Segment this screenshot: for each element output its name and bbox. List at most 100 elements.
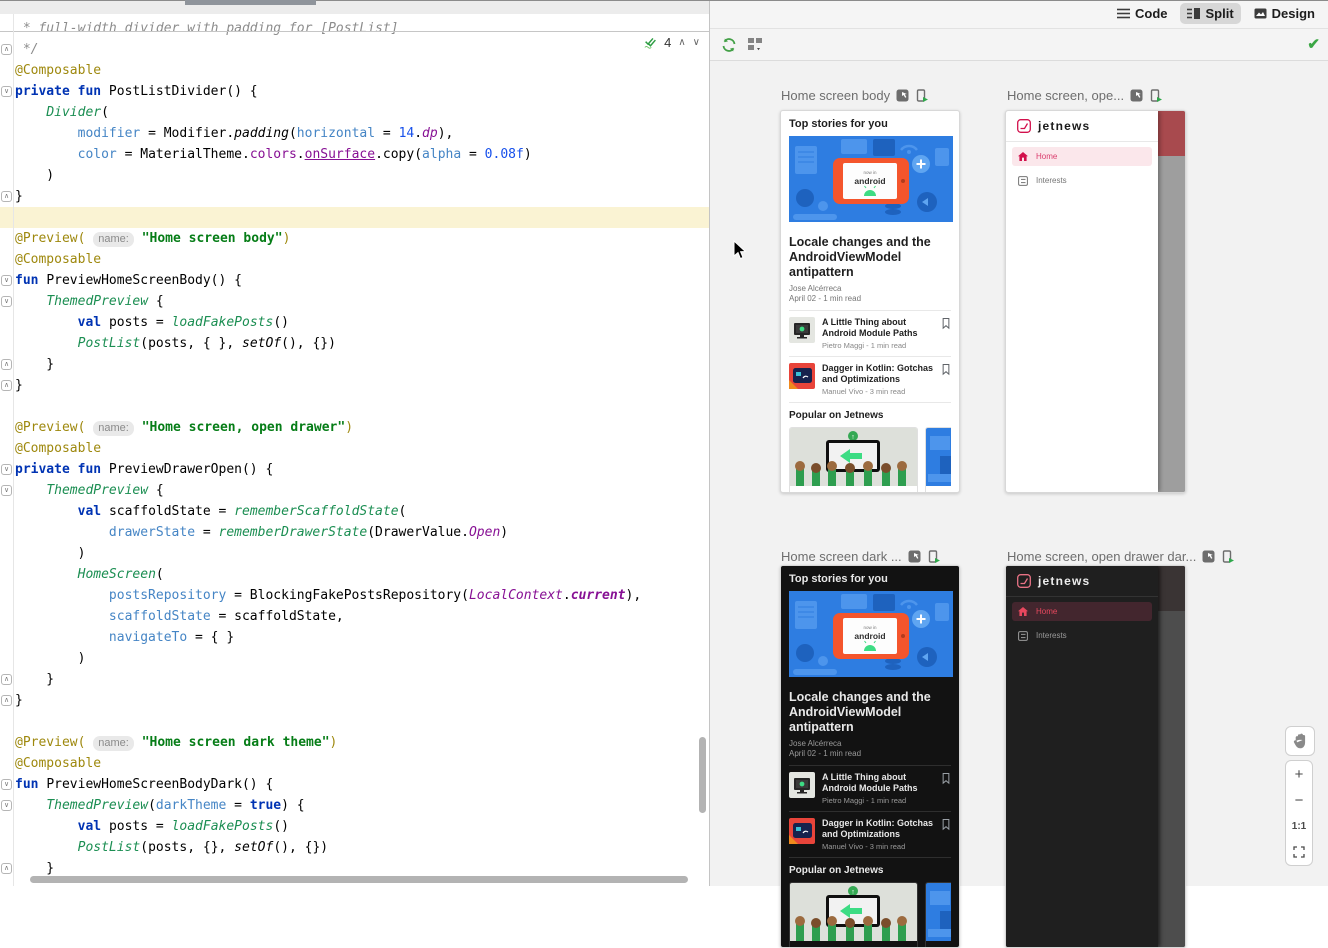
zoom-to-fit-button[interactable] xyxy=(1286,839,1312,865)
preview-card-home-screen-body[interactable]: Top stories for you now in android Local… xyxy=(780,110,960,493)
fold-marker[interactable]: ∧ xyxy=(1,359,12,370)
post-list-item[interactable]: A Little Thing about Android Module Path… xyxy=(789,772,951,805)
fold-marker[interactable]: ∨ xyxy=(1,485,12,496)
editor-horizontal-scrollbar[interactable] xyxy=(30,876,688,883)
fold-marker[interactable]: ∧ xyxy=(1,380,12,391)
code-line[interactable]: ∧} xyxy=(0,690,710,711)
zoom-actual-size-button[interactable]: 1:1 xyxy=(1286,813,1312,839)
code-line[interactable]: HomeScreen( xyxy=(0,564,710,585)
code-line[interactable]: @Composable xyxy=(0,60,710,81)
code-line[interactable]: ∧ */ xyxy=(0,39,710,60)
interactive-preview-icon[interactable] xyxy=(908,550,921,563)
view-mode-split[interactable]: Split xyxy=(1180,3,1240,24)
next-issue-button[interactable]: ∨ xyxy=(693,37,700,48)
code-line[interactable] xyxy=(0,207,710,228)
drawer-item-interests[interactable]: Interests xyxy=(1012,171,1152,190)
hero-post-title[interactable]: Locale changes and theAndroidViewModel a… xyxy=(789,690,951,735)
code-line[interactable]: ∨ ThemedPreview { xyxy=(0,291,710,312)
code-line[interactable]: ) xyxy=(0,648,710,669)
code-line[interactable]: ∨private fun PostListDivider() { xyxy=(0,81,710,102)
popular-post-card-partial[interactable]: LocaAndr Jose Al April 0 xyxy=(925,882,951,948)
bookmark-icon[interactable] xyxy=(941,818,951,831)
code-line[interactable]: navigateTo = { } xyxy=(0,627,710,648)
pane-splitter[interactable] xyxy=(709,0,710,886)
fold-marker[interactable]: ∨ xyxy=(1,464,12,475)
code-line[interactable]: val scaffoldState = rememberScaffoldStat… xyxy=(0,501,710,522)
popular-post-card-partial[interactable]: LocaAndr Jose Al April 0 xyxy=(925,427,951,493)
view-mode-code[interactable]: Code xyxy=(1110,3,1175,24)
hero-post-title[interactable]: Locale changes and theAndroidViewModel a… xyxy=(789,235,951,280)
bookmark-icon[interactable] xyxy=(941,317,951,330)
editor-vertical-scrollbar[interactable] xyxy=(699,737,706,813)
bookmark-icon[interactable] xyxy=(941,363,951,376)
fold-marker[interactable]: ∨ xyxy=(1,86,12,97)
code-editor[interactable]: * full-width divider with padding for [P… xyxy=(0,0,710,886)
drawer-item-home[interactable]: Home xyxy=(1012,147,1152,166)
code-line[interactable]: ∨fun PreviewHomeScreenBodyDark() { xyxy=(0,774,710,795)
fold-marker[interactable]: ∧ xyxy=(1,695,12,706)
code-line[interactable]: * full-width divider with padding for [P… xyxy=(0,18,710,39)
interactive-preview-icon[interactable] xyxy=(896,89,909,102)
preview-card-home-screen-dark[interactable]: Top stories for you now in android Local… xyxy=(780,565,960,948)
drawer-item-home[interactable]: Home xyxy=(1012,602,1152,621)
code-line[interactable]: val posts = loadFakePosts() xyxy=(0,816,710,837)
post-list-item[interactable]: A Little Thing about Android Module Path… xyxy=(789,317,951,350)
preview-card-open-drawer[interactable]: jetnews Home Interests xyxy=(1005,110,1186,493)
code-line[interactable] xyxy=(0,396,710,417)
popular-post-card[interactable]: ↑ From JavaProgramming Langua... xyxy=(789,882,918,948)
code-line[interactable]: postsRepository = BlockingFakePostsRepos… xyxy=(0,585,710,606)
fold-marker[interactable]: ∧ xyxy=(1,191,12,202)
code-line[interactable]: @Preview( name: "Home screen body") xyxy=(0,228,710,249)
fold-marker[interactable]: ∨ xyxy=(1,296,12,307)
hero-post-image[interactable]: now in android xyxy=(789,591,953,677)
code-line[interactable]: modifier = Modifier.padding(horizontal =… xyxy=(0,123,710,144)
code-line[interactable]: color = MaterialTheme.colors.onSurface.c… xyxy=(0,144,710,165)
pan-tool-button[interactable] xyxy=(1285,726,1315,756)
code-line[interactable]: ∨fun PreviewHomeScreenBody() { xyxy=(0,270,710,291)
fold-marker[interactable]: ∨ xyxy=(1,800,12,811)
code-line[interactable]: ∧ } xyxy=(0,354,710,375)
code-line[interactable]: Divider( xyxy=(0,102,710,123)
post-list-item[interactable]: Dagger in Kotlin: Gotchas and Optimizati… xyxy=(789,818,951,851)
code-line[interactable] xyxy=(0,711,710,732)
fold-marker[interactable]: ∧ xyxy=(1,44,12,55)
code-line[interactable]: ∨private fun PreviewDrawerOpen() { xyxy=(0,459,710,480)
code-line[interactable]: ∧} xyxy=(0,375,710,396)
code-line[interactable]: @Composable xyxy=(0,753,710,774)
code-line[interactable]: ∨ ThemedPreview(darkTheme = true) { xyxy=(0,795,710,816)
code-line[interactable]: PostList(posts, { }, setOf(), {}) xyxy=(0,333,710,354)
zoom-out-button[interactable]: − xyxy=(1286,787,1312,813)
code-line[interactable]: @Composable xyxy=(0,249,710,270)
code-line[interactable]: @Preview( name: "Home screen dark theme"… xyxy=(0,732,710,753)
run-on-device-icon[interactable] xyxy=(927,550,940,563)
post-list-item[interactable]: Dagger in Kotlin: Gotchas and Optimizati… xyxy=(789,363,951,396)
run-on-device-icon[interactable] xyxy=(915,89,928,102)
run-on-device-icon[interactable] xyxy=(1221,550,1234,563)
prev-issue-button[interactable]: ∧ xyxy=(678,37,685,48)
code-line[interactable]: ∧ } xyxy=(0,669,710,690)
refresh-preview-icon[interactable] xyxy=(721,37,737,53)
fold-marker[interactable]: ∨ xyxy=(1,779,12,790)
inspections-widget[interactable]: 4 ∧ ∨ xyxy=(644,35,700,50)
code-line[interactable]: scaffoldState = scaffoldState, xyxy=(0,606,710,627)
interactive-preview-icon[interactable] xyxy=(1202,550,1215,563)
code-line[interactable]: @Composable xyxy=(0,438,710,459)
zoom-in-button[interactable]: + xyxy=(1286,761,1312,787)
fold-marker[interactable]: ∧ xyxy=(1,863,12,874)
run-on-device-icon[interactable] xyxy=(1149,89,1162,102)
popular-post-card[interactable]: ↑ From JavaProgramming Langua... xyxy=(789,427,918,493)
view-mode-design[interactable]: Design xyxy=(1247,3,1322,24)
preview-layout-options-icon[interactable] xyxy=(747,36,764,53)
code-line[interactable]: drawerState = rememberDrawerState(Drawer… xyxy=(0,522,710,543)
code-lines[interactable]: * full-width divider with padding for [P… xyxy=(0,18,710,879)
code-line[interactable]: @Preview( name: "Home screen, open drawe… xyxy=(0,417,710,438)
code-line[interactable]: ) xyxy=(0,165,710,186)
code-line[interactable]: val posts = loadFakePosts() xyxy=(0,312,710,333)
interactive-preview-icon[interactable] xyxy=(1130,89,1143,102)
fold-marker[interactable]: ∨ xyxy=(1,275,12,286)
bookmark-icon[interactable] xyxy=(941,772,951,785)
drawer-item-interests[interactable]: Interests xyxy=(1012,626,1152,645)
code-line[interactable]: ∧} xyxy=(0,186,710,207)
fold-marker[interactable]: ∧ xyxy=(1,674,12,685)
preview-card-open-drawer-dark[interactable]: jetnews Home Interests xyxy=(1005,565,1186,948)
